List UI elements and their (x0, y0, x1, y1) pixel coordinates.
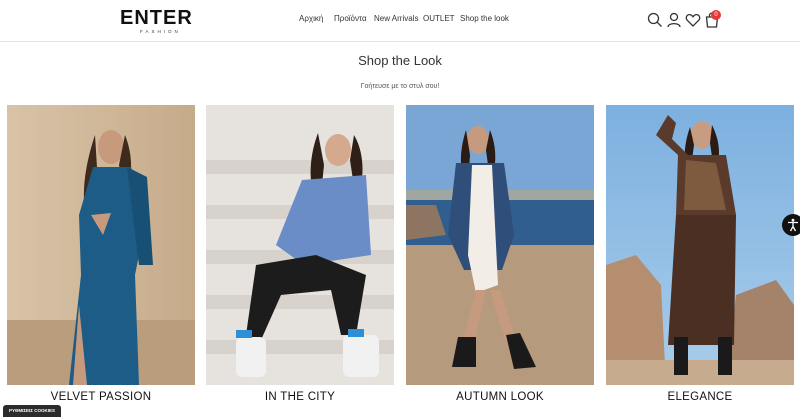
search-icon[interactable] (647, 12, 663, 28)
site-header: ENTER FASHION Αρχική Προϊόντα New Arriva… (0, 0, 800, 42)
heart-icon[interactable] (685, 12, 701, 28)
look-card-autumn-look[interactable]: AUTUMN LOOK (406, 105, 594, 407)
look-label[interactable]: AUTUMN LOOK (406, 391, 594, 403)
look-image[interactable] (7, 105, 195, 385)
look-card-velvet-passion[interactable]: VELVET PASSION (7, 105, 195, 407)
nav-item-products[interactable]: Προϊόντα (334, 14, 367, 23)
look-card-in-the-city[interactable]: IN THE CITY (206, 105, 394, 407)
accessibility-button[interactable] (782, 214, 800, 236)
brand-name: ENTER (120, 7, 193, 29)
brand-logo[interactable]: ENTER FASHION (120, 7, 202, 35)
nav-item-home[interactable]: Αρχική (299, 14, 323, 23)
accessibility-icon (788, 218, 798, 232)
nav-item-new-arrivals[interactable]: New Arrivals (374, 14, 418, 23)
cookie-settings-button[interactable]: ΡΥΘΜΙΣΕΙΣ COOKIES (3, 405, 61, 417)
look-label[interactable]: VELVET PASSION (7, 391, 195, 403)
nav-item-outlet[interactable]: OUTLET (423, 14, 455, 23)
look-image[interactable] (606, 105, 794, 385)
nav-item-shop-the-look[interactable]: Shop the look (460, 14, 509, 23)
page-title: Shop the Look (358, 53, 442, 68)
look-image[interactable] (406, 105, 594, 385)
look-card-elegance[interactable]: ELEGANCE (606, 105, 794, 407)
user-icon[interactable] (666, 12, 682, 28)
look-label[interactable]: IN THE CITY (206, 391, 394, 403)
look-label[interactable]: ELEGANCE (606, 391, 794, 403)
look-image[interactable] (206, 105, 394, 385)
cart-count-badge: 0 (711, 10, 721, 20)
page-subtitle: Γοήτευσε με το στυλ σου! (360, 83, 440, 90)
brand-tagline: FASHION (140, 29, 181, 34)
